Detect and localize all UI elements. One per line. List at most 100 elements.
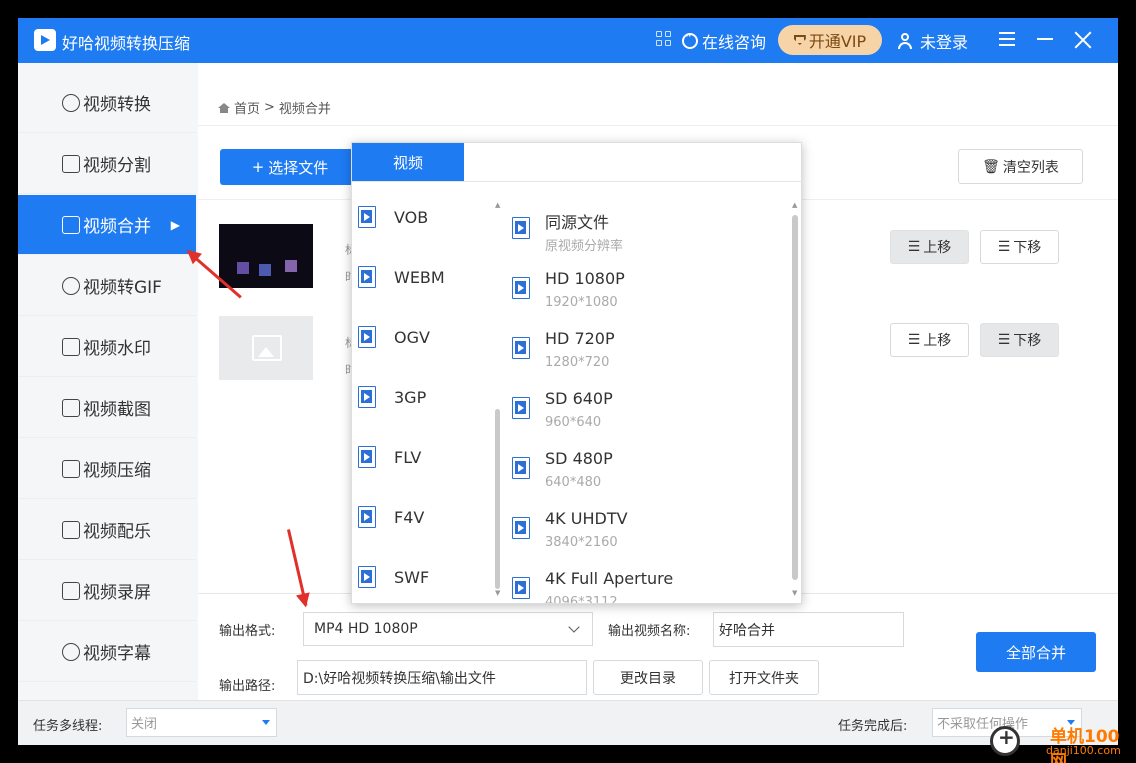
- sidebar-item-compress[interactable]: 视频压缩: [18, 439, 196, 499]
- sidebar: 视频转换 视频分割 视频合并 ▶ 视频转GIF 视频水印 视频截图 视频压缩 视…: [18, 73, 196, 689]
- format-scrollbar[interactable]: [495, 409, 500, 589]
- sidebar-item-merge[interactable]: 视频合并 ▶: [18, 195, 196, 255]
- clear-list-button[interactable]: 🗑 清空列表: [958, 149, 1083, 184]
- resolution-name: SD 480P: [545, 449, 613, 468]
- output-format-value: MP4 HD 1080P: [314, 621, 418, 637]
- sidebar-item-gif[interactable]: 视频转GIF: [18, 256, 196, 316]
- consult-button[interactable]: 在线咨询: [682, 29, 766, 53]
- sidebar-item-music[interactable]: 视频配乐: [18, 500, 196, 560]
- resolution-detail: 960*640: [545, 415, 602, 430]
- format-label: WEBM: [394, 267, 445, 287]
- sidebar-item-subtitle[interactable]: 视频字幕: [18, 622, 196, 682]
- open-folder-button[interactable]: 打开文件夹: [709, 660, 819, 695]
- resolution-detail: 1920*1080: [545, 295, 618, 310]
- sidebar-item-label: 视频字幕: [83, 644, 151, 664]
- resolution-item[interactable]: SD 480P 640*480: [512, 449, 772, 497]
- output-path-input[interactable]: D:\好哈视频转换压缩\输出文件: [297, 660, 587, 695]
- format-label: SWF: [394, 567, 430, 587]
- menu-icon[interactable]: [999, 32, 1015, 46]
- app-logo-icon: [34, 29, 56, 51]
- scroll-down-icon[interactable]: ▼: [792, 589, 797, 597]
- video-file-icon: [358, 206, 376, 228]
- chat-icon: [682, 29, 698, 49]
- video-file-icon: [512, 577, 530, 599]
- login-button[interactable]: 未登录: [898, 29, 968, 53]
- close-icon[interactable]: [1073, 30, 1093, 50]
- trash-icon: 🗑: [982, 158, 1000, 175]
- resolution-item[interactable]: HD 1080P 1920*1080: [512, 269, 772, 317]
- sidebar-item-label: 视频转GIF: [83, 278, 162, 298]
- output-format-select[interactable]: MP4 HD 1080P: [303, 612, 593, 646]
- format-label: VOB: [394, 207, 429, 227]
- move-down-label: 下移: [1013, 240, 1042, 256]
- resolution-name: HD 720P: [545, 329, 615, 348]
- tab-video[interactable]: 视频: [352, 143, 464, 181]
- video-thumbnail: [219, 224, 313, 288]
- merge-icon: [62, 215, 80, 234]
- merge-all-button[interactable]: 全部合并: [976, 632, 1096, 672]
- output-name-label: 输出视频名称:: [608, 624, 691, 639]
- multithread-value: 关闭: [131, 717, 158, 732]
- format-item[interactable]: VOB: [358, 202, 498, 232]
- watermark-logo-icon: [990, 725, 1020, 756]
- scroll-down-icon[interactable]: ▼: [495, 589, 500, 597]
- scroll-up-icon[interactable]: ▲: [495, 201, 500, 209]
- breadcrumb: 首页 > 视频合并: [218, 98, 331, 117]
- crop-icon: [62, 398, 80, 417]
- convert-icon: [62, 93, 80, 112]
- resolution-detail: 4096*3112: [545, 595, 618, 603]
- sidebar-item-label: 视频分割: [83, 156, 151, 176]
- sidebar-item-watermark[interactable]: 视频水印: [18, 317, 196, 377]
- resolution-item[interactable]: SD 640P 960*640: [512, 389, 772, 437]
- sidebar-item-convert[interactable]: 视频转换: [18, 73, 196, 133]
- move-down-button[interactable]: ☰ 下移: [980, 230, 1059, 264]
- select-file-button[interactable]: + 选择文件: [220, 149, 360, 185]
- video-file-icon: [358, 506, 376, 528]
- move-down-button[interactable]: ☰ 下移: [980, 323, 1059, 357]
- minimize-icon[interactable]: [1037, 38, 1053, 40]
- format-item[interactable]: 3GP: [358, 382, 498, 412]
- plus-icon: +: [251, 158, 265, 176]
- move-up-button[interactable]: ☰ 上移: [890, 323, 969, 357]
- sidebar-item-label: 视频录屏: [83, 583, 151, 603]
- watermark-icon: [62, 337, 80, 356]
- move-up-button[interactable]: ☰ 上移: [890, 230, 969, 264]
- scroll-up-icon[interactable]: ▲: [792, 201, 797, 209]
- resolution-detail: 原视频分辨率: [545, 239, 624, 254]
- move-up-label: 上移: [923, 240, 952, 256]
- resolution-item[interactable]: 同源文件 原视频分辨率: [512, 209, 772, 257]
- resolution-name: 4K UHDTV: [545, 509, 628, 528]
- breadcrumb-home[interactable]: 首页: [234, 98, 260, 117]
- video-thumbnail-placeholder: [219, 316, 313, 380]
- change-directory-button[interactable]: 更改目录: [593, 660, 703, 695]
- record-icon: [62, 581, 80, 600]
- resolution-scrollbar[interactable]: [792, 215, 798, 580]
- resolution-item[interactable]: HD 720P 1280*720: [512, 329, 772, 377]
- breadcrumb-current: 视频合并: [278, 102, 331, 117]
- move-up-label: 上移: [923, 333, 952, 349]
- format-item[interactable]: F4V: [358, 502, 498, 532]
- format-item[interactable]: FLV: [358, 442, 498, 472]
- sidebar-item-crop[interactable]: 视频截图: [18, 378, 196, 438]
- format-item[interactable]: WEBM: [358, 262, 498, 292]
- chevron-down-icon: [568, 621, 580, 633]
- sidebar-item-split[interactable]: 视频分割: [18, 134, 196, 194]
- grid-icon[interactable]: [656, 31, 672, 47]
- divider: [352, 181, 803, 182]
- multithread-select[interactable]: 关闭: [126, 708, 277, 737]
- output-name-input[interactable]: 好哈合并: [713, 612, 904, 647]
- output-path-value: D:\好哈视频转换压缩\输出文件: [303, 670, 496, 687]
- watermark: 单机100网 danji100.com: [990, 722, 1130, 763]
- resolution-item[interactable]: 4K Full Aperture 4096*3112: [512, 569, 772, 603]
- sidebar-item-record[interactable]: 视频录屏: [18, 561, 196, 621]
- vip-button[interactable]: 开通VIP: [778, 25, 882, 55]
- sidebar-item-label: 视频水印: [83, 339, 151, 359]
- resolution-item[interactable]: 4K UHDTV 3840*2160: [512, 509, 772, 557]
- resolution-name: SD 640P: [545, 389, 613, 408]
- video-file-icon: [512, 397, 530, 419]
- move-down-icon: ☰: [997, 332, 1011, 348]
- video-file-icon: [358, 386, 376, 408]
- format-item[interactable]: SWF: [358, 562, 498, 592]
- format-item[interactable]: OGV: [358, 322, 498, 352]
- sidebar-item-label: 视频配乐: [83, 522, 151, 542]
